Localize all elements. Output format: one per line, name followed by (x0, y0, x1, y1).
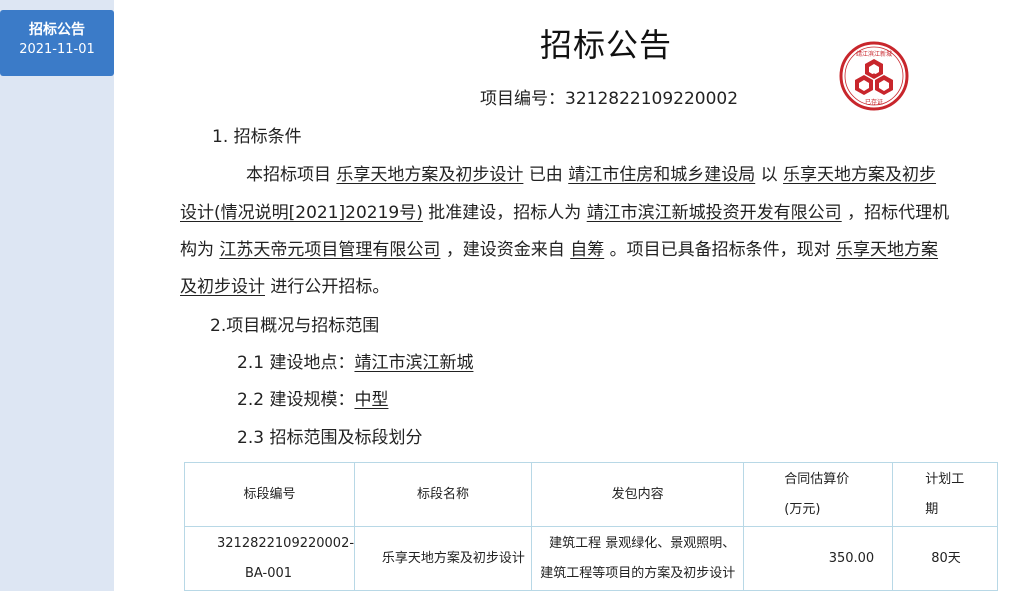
cell-code: 3212822109220002- BA-001 (183, 526, 356, 591)
header-name: 标段名称 (354, 462, 532, 527)
table-clip: 标段编号 标段名称 发包内容 合同估算价 (万元) 计划工 期 32128221… (0, 0, 998, 591)
header-period-line2: 期 (925, 501, 939, 517)
header-period-line1: 计划工 (925, 471, 965, 487)
cell-content-line2: 建筑工程等项目的方案及初步设计 (540, 565, 736, 581)
cell-name: 乐享天地方案及初步设计 (354, 526, 532, 591)
cell-code-line1: 3212822109220002- (217, 535, 355, 551)
cell-content: 建筑工程 景观绿化、景观照明、 建筑工程等项目的方案及初步设计 (530, 526, 745, 591)
header-price: 合同估算价 (万元) (743, 462, 894, 527)
table-header-row: 标段编号 标段名称 发包内容 合同估算价 (万元) 计划工 期 (183, 462, 998, 527)
cell-content-line1: 建筑工程 景观绿化、景观照明、 (549, 535, 736, 551)
table-row: 3212822109220002- BA-001 乐享天地方案及初步设计 建筑工… (183, 526, 998, 591)
header-code: 标段编号 (183, 462, 356, 527)
header-period: 计划工 期 (892, 462, 998, 527)
cell-period: 80天 (892, 526, 998, 591)
cell-code-line2: BA-001 (245, 565, 293, 581)
cell-price: 350.00 (743, 526, 894, 591)
bid-section-table: 标段编号 标段名称 发包内容 合同估算价 (万元) 计划工 期 32128221… (183, 462, 998, 591)
header-price-line2: (万元) (784, 501, 821, 517)
header-price-line1: 合同估算价 (784, 471, 850, 487)
header-content: 发包内容 (530, 462, 745, 527)
